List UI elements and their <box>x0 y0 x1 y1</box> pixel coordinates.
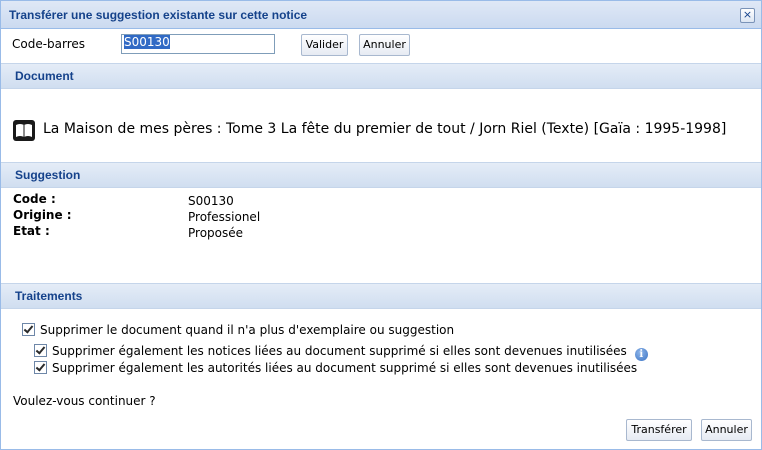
checkbox-delete-document[interactable] <box>22 323 35 336</box>
option-delete-notices-label: Supprimer également les notices liées au… <box>52 344 627 358</box>
suggestion-section-header: Suggestion <box>1 162 761 188</box>
suggestion-code-value: S00130 <box>188 194 234 208</box>
info-icon[interactable]: i <box>634 348 648 361</box>
suggestion-state-label: Etat : <box>13 224 50 238</box>
document-row: La Maison de mes pères : Tome 3 La fête … <box>13 119 761 143</box>
confirm-question: Voulez-vous continuer ? <box>13 394 156 408</box>
barcode-input-value: S00130 <box>124 35 170 49</box>
option-delete-authorities-label: Supprimer également les autorités liées … <box>52 361 638 375</box>
book-icon <box>13 120 35 141</box>
transfer-dialog: Transférer une suggestion existante sur … <box>0 0 762 450</box>
suggestion-state-value: Proposée <box>188 226 244 240</box>
option-delete-document[interactable]: Supprimer le document quand il n'a plus … <box>22 323 454 337</box>
footer-cancel-button[interactable]: Annuler <box>701 419 752 441</box>
suggestion-header-label: Suggestion <box>15 168 81 182</box>
transfer-button[interactable]: Transférer <box>626 419 692 441</box>
option-delete-authorities[interactable]: Supprimer également les autorités liées … <box>34 361 637 375</box>
document-section-header: Document <box>1 63 761 89</box>
treatments-section-header: Traitements <box>1 283 761 309</box>
checkbox-delete-authorities[interactable] <box>34 361 47 374</box>
suggestion-code-label: Code : <box>13 192 56 206</box>
barcode-label: Code-barres <box>12 37 86 51</box>
option-delete-notices[interactable]: Supprimer également les notices liées au… <box>34 344 648 361</box>
document-title: La Maison de mes pères : Tome 3 La fête … <box>43 121 727 137</box>
checkbox-delete-notices[interactable] <box>34 344 47 357</box>
option-delete-document-label: Supprimer le document quand il n'a plus … <box>40 323 455 337</box>
barcode-input[interactable]: S00130 <box>121 34 275 54</box>
barcode-row: Code-barres S00130 Valider Annuler <box>1 29 761 61</box>
close-icon[interactable]: × <box>740 8 755 23</box>
document-header-label: Document <box>15 69 74 83</box>
dialog-titlebar[interactable]: Transférer une suggestion existante sur … <box>1 1 761 29</box>
barcode-cancel-button[interactable]: Annuler <box>359 34 410 56</box>
suggestion-origin-value: Professionel <box>188 210 261 224</box>
treatments-header-label: Traitements <box>15 289 83 303</box>
dialog-title: Transférer une suggestion existante sur … <box>9 8 308 22</box>
suggestion-origin-label: Origine : <box>13 208 72 222</box>
validate-button[interactable]: Valider <box>301 34 348 56</box>
